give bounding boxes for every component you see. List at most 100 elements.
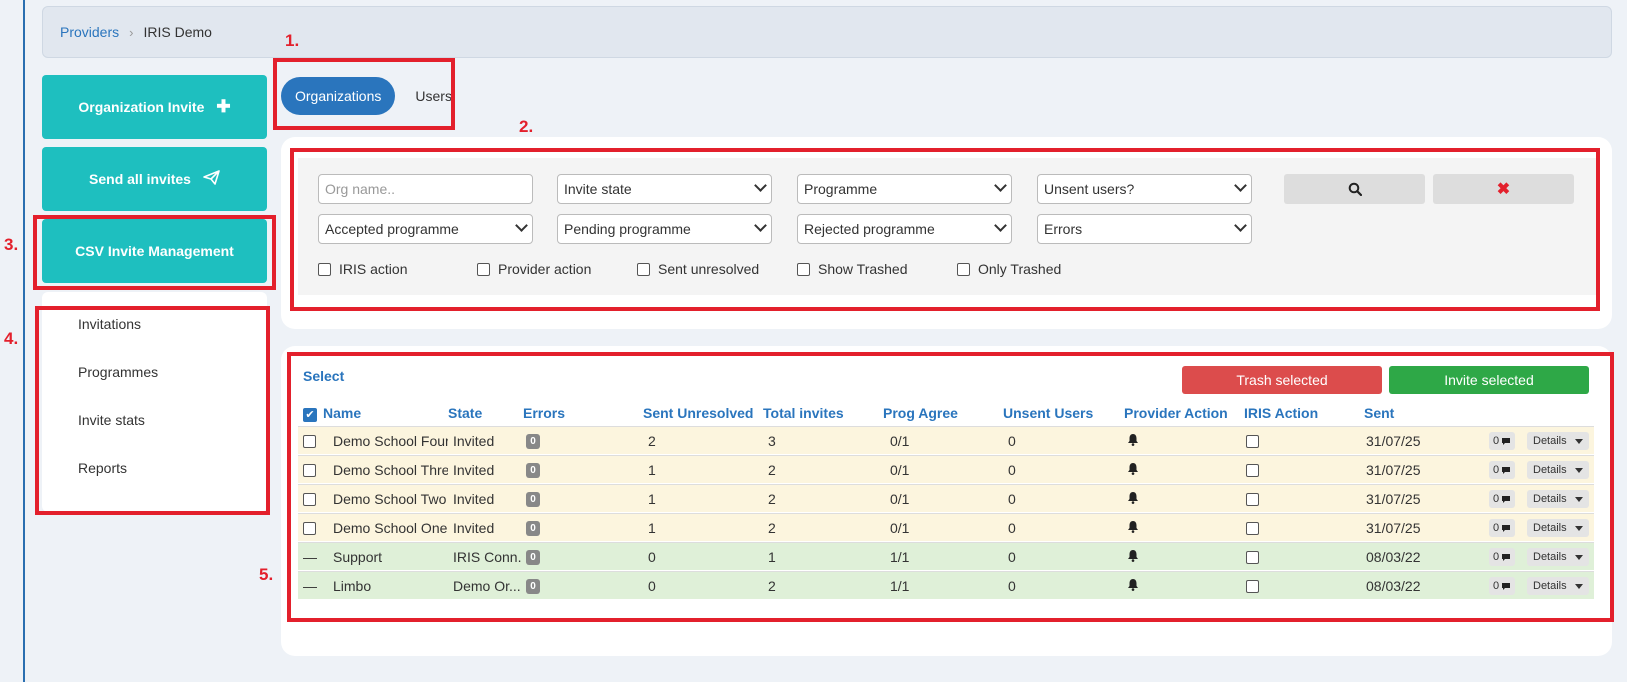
checkbox-box[interactable] <box>637 262 650 276</box>
header-unsent-users[interactable]: Unsent Users <box>1003 405 1093 421</box>
checkbox-box[interactable] <box>957 262 970 276</box>
programme-select[interactable]: Programme <box>797 174 1012 204</box>
header-sent[interactable]: Sent <box>1364 405 1394 421</box>
invite-selected-button[interactable]: Invite selected <box>1389 366 1589 394</box>
errors-select[interactable]: Errors <box>1037 214 1252 244</box>
row-checkbox[interactable] <box>303 464 316 477</box>
iris-action-row-checkbox[interactable] <box>1246 435 1259 448</box>
iris-action-row-checkbox[interactable] <box>1246 464 1259 477</box>
unsent-users-select[interactable]: Unsent users? <box>1037 174 1252 204</box>
bell-icon[interactable] <box>1127 578 1139 594</box>
accepted-programme-select[interactable]: Accepted programme <box>318 214 533 244</box>
comment-icon <box>1502 495 1511 503</box>
details-dropdown[interactable]: Details <box>1527 548 1589 566</box>
side-menu-programmes[interactable]: Programmes <box>42 348 267 396</box>
row-no-select-dash: — <box>303 578 317 594</box>
details-dropdown[interactable]: Details <box>1527 519 1589 537</box>
details-dropdown[interactable]: Details <box>1527 490 1589 508</box>
breadcrumb-providers-link[interactable]: Providers <box>60 24 119 40</box>
checkbox-box[interactable] <box>318 262 331 276</box>
row-sent-date: 31/07/25 <box>1366 520 1421 536</box>
details-dropdown[interactable]: Details <box>1527 577 1589 595</box>
invite-state-select[interactable]: Invite state <box>557 174 772 204</box>
bell-icon[interactable] <box>1127 549 1139 565</box>
comments-button[interactable]: 0 <box>1489 548 1516 566</box>
csv-invite-management-button[interactable]: CSV Invite Management <box>42 219 267 283</box>
bell-icon[interactable] <box>1127 462 1139 478</box>
row-total-invites: 3 <box>768 433 776 449</box>
organization-invite-button[interactable]: Organization Invite ✚ <box>42 75 267 139</box>
iris-action-row-checkbox[interactable] <box>1246 522 1259 535</box>
invite-state-value: Invite state <box>564 181 632 197</box>
select-all-checkbox[interactable]: ✔ <box>303 408 317 422</box>
comments-button[interactable]: 0 <box>1489 490 1516 508</box>
chevron-down-icon <box>754 219 767 232</box>
table-row[interactable]: — Support IRIS Conn... 0 0 1 1/1 0 08/03/22 0 Deta… <box>298 542 1594 570</box>
search-button[interactable] <box>1284 174 1425 204</box>
details-dropdown[interactable]: Details <box>1527 432 1589 450</box>
row-checkbox[interactable] <box>303 522 316 535</box>
show-trashed-checkbox[interactable]: Show Trashed <box>797 261 908 277</box>
trash-selected-button[interactable]: Trash selected <box>1182 366 1382 394</box>
comments-button[interactable]: 0 <box>1489 461 1516 479</box>
iris-action-row-checkbox[interactable] <box>1246 551 1259 564</box>
header-total-invites[interactable]: Total invites <box>763 405 844 421</box>
row-sent-unresolved: 0 <box>648 578 656 594</box>
send-all-invites-button[interactable]: Send all invites <box>42 147 267 211</box>
caret-down-icon <box>1574 525 1583 531</box>
tab-users[interactable]: Users <box>401 77 466 115</box>
row-name[interactable]: Demo School Two <box>333 491 448 507</box>
row-name[interactable]: Limbo <box>333 578 448 594</box>
side-menu-invitations[interactable]: Invitations <box>42 300 267 348</box>
bell-icon[interactable] <box>1127 491 1139 507</box>
chevron-down-icon <box>515 219 528 232</box>
header-prog-agree[interactable]: Prog Agree <box>883 405 958 421</box>
tab-organizations[interactable]: Organizations <box>281 77 396 115</box>
side-menu-invite-stats[interactable]: Invite stats <box>42 396 267 444</box>
row-unsent-users: 0 <box>1008 549 1016 565</box>
header-iris-action[interactable]: IRIS Action <box>1244 405 1318 421</box>
table-row[interactable]: Demo School Three Invited 0 1 2 0/1 0 31/07/25 0… <box>298 455 1594 483</box>
row-sent-unresolved: 1 <box>648 462 656 478</box>
row-checkbox[interactable] <box>303 435 316 448</box>
row-checkbox[interactable] <box>303 493 316 506</box>
caret-down-icon <box>1574 554 1583 560</box>
bell-icon[interactable] <box>1127 433 1139 449</box>
comments-button[interactable]: 0 <box>1489 577 1516 595</box>
pending-programme-select[interactable]: Pending programme <box>557 214 772 244</box>
row-total-invites: 2 <box>768 520 776 536</box>
header-sent-unresolved[interactable]: Sent Unresolved <box>643 405 753 421</box>
checkbox-box[interactable] <box>797 262 810 276</box>
sent-unresolved-checkbox[interactable]: Sent unresolved <box>637 261 759 277</box>
comments-button[interactable]: 0 <box>1489 432 1516 450</box>
table-row[interactable]: Demo School One Invited 0 1 2 0/1 0 31/07/25 0 De… <box>298 513 1594 541</box>
row-name[interactable]: Demo School Four <box>333 433 448 449</box>
org-name-input[interactable]: Org name.. <box>318 174 533 204</box>
row-name[interactable]: Support <box>333 549 448 565</box>
row-total-invites: 2 <box>768 462 776 478</box>
side-menu-reports[interactable]: Reports <box>42 444 267 492</box>
row-name[interactable]: Demo School One <box>333 520 448 536</box>
comments-button[interactable]: 0 <box>1489 519 1516 537</box>
select-link[interactable]: Select <box>303 368 344 384</box>
clear-filters-button[interactable]: ✖ <box>1433 174 1574 204</box>
header-provider-action[interactable]: Provider Action <box>1124 405 1228 421</box>
row-name[interactable]: Demo School Three <box>333 462 448 478</box>
bell-icon[interactable] <box>1127 520 1139 536</box>
iris-action-row-checkbox[interactable] <box>1246 580 1259 593</box>
iris-action-row-checkbox[interactable] <box>1246 493 1259 506</box>
iris-action-checkbox[interactable]: IRIS action <box>318 261 407 277</box>
header-name[interactable]: Name <box>323 405 361 421</box>
provider-action-checkbox[interactable]: Provider action <box>477 261 591 277</box>
only-trashed-checkbox[interactable]: Only Trashed <box>957 261 1061 277</box>
details-dropdown[interactable]: Details <box>1527 461 1589 479</box>
header-state[interactable]: State <box>448 405 482 421</box>
comment-count: 0 <box>1493 493 1500 505</box>
rejected-programme-select[interactable]: Rejected programme <box>797 214 1012 244</box>
table-row[interactable]: — Limbo Demo Or... 0 0 2 1/1 0 08/03/22 0 Details <box>298 571 1594 599</box>
table-row[interactable]: Demo School Four Invited 0 2 3 0/1 0 31/07/25 0 D… <box>298 426 1594 454</box>
header-errors[interactable]: Errors <box>523 405 565 421</box>
table-row[interactable]: Demo School Two Invited 0 1 2 0/1 0 31/07/25 0 De… <box>298 484 1594 512</box>
comment-count: 0 <box>1493 551 1500 563</box>
checkbox-box[interactable] <box>477 262 490 276</box>
